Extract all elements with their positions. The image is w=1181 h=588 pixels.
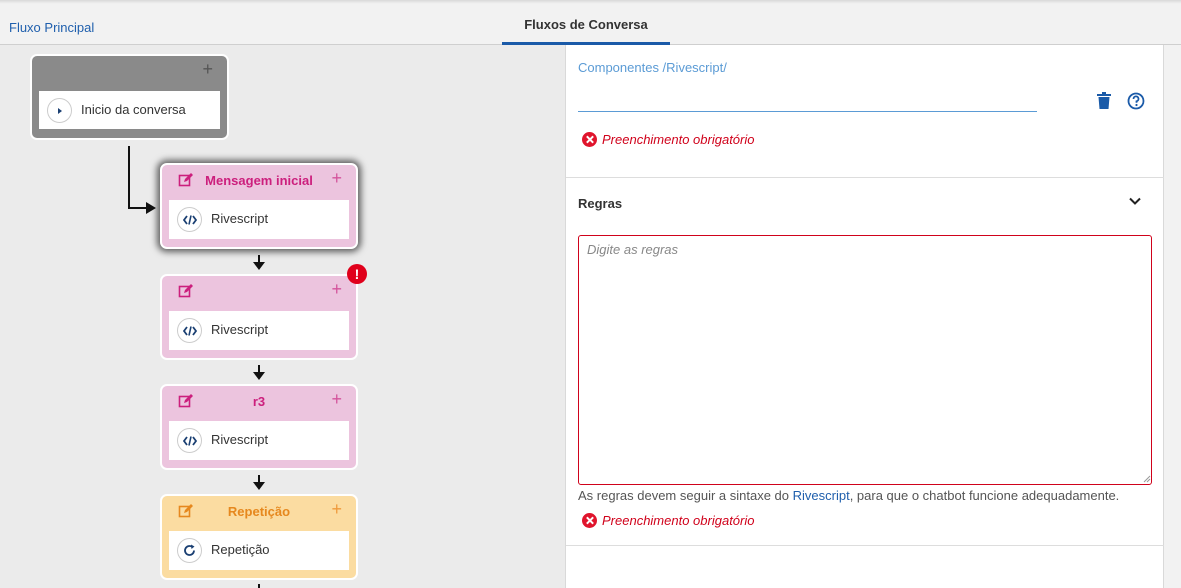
- hint-text-before: As regras devem seguir a sintaxe do: [578, 488, 793, 503]
- rules-hint: As regras devem seguir a sintaxe do Rive…: [578, 488, 1119, 503]
- arrow-down-icon: [253, 262, 265, 270]
- error-badge-icon: !: [347, 264, 367, 284]
- flow-node-untitled[interactable]: + Rivescript: [160, 274, 358, 360]
- code-icon: [177, 207, 202, 232]
- help-icon[interactable]: [1127, 92, 1145, 110]
- add-icon[interactable]: +: [202, 59, 213, 80]
- component-error: Preenchimento obrigatório: [582, 132, 754, 147]
- chevron-down-icon[interactable]: [1128, 194, 1142, 208]
- node-header: r3 +: [162, 386, 356, 416]
- component-path-label: Componentes /Rivescript/: [578, 60, 727, 75]
- flow-node-repeticao[interactable]: Repetição + Repetição: [160, 494, 358, 580]
- add-icon[interactable]: +: [331, 168, 342, 189]
- node-component[interactable]: Repetição: [169, 531, 349, 570]
- tab-conversation-flows[interactable]: Fluxos de Conversa: [502, 4, 670, 45]
- node-title: Mensagem inicial: [205, 173, 313, 188]
- node-component-label: Rivescript: [211, 432, 269, 447]
- add-icon[interactable]: +: [331, 279, 342, 300]
- edit-icon[interactable]: [178, 503, 194, 519]
- code-icon: [177, 428, 202, 453]
- start-node-label: Inicio da conversa: [81, 102, 186, 117]
- flow-node-mensagem-inicial[interactable]: Mensagem inicial + Rivescript: [160, 163, 358, 249]
- arrow-down-icon: [253, 482, 265, 490]
- rules-error-text: Preenchimento obrigatório: [602, 513, 755, 528]
- rivescript-link[interactable]: Rivescript: [793, 488, 850, 503]
- node-component[interactable]: Rivescript: [169, 421, 349, 460]
- right-gutter: [1164, 45, 1181, 588]
- connector-line: [128, 146, 130, 208]
- code-icon: [177, 318, 202, 343]
- component-panel: Componentes /Rivescript/ Preenchimento o…: [565, 45, 1165, 588]
- hint-text-after: , para que o chatbot funcione adequadame…: [849, 488, 1120, 503]
- component-name-field[interactable]: [578, 111, 1037, 112]
- node-header: Mensagem inicial +: [162, 165, 356, 195]
- rules-textarea[interactable]: [578, 235, 1152, 485]
- edit-icon[interactable]: [178, 283, 194, 299]
- connector-line: [258, 584, 260, 588]
- node-component[interactable]: Rivescript: [169, 311, 349, 350]
- node-header: +: [162, 276, 356, 306]
- tab-main-flow[interactable]: Fluxo Principal: [9, 20, 94, 35]
- refresh-icon: [177, 538, 202, 563]
- play-icon: [47, 98, 72, 123]
- divider: [566, 545, 1165, 546]
- component-error-text: Preenchimento obrigatório: [602, 132, 755, 147]
- arrow-head-icon: [146, 202, 156, 214]
- error-icon: [582, 132, 597, 147]
- node-title: Repetição: [227, 504, 291, 519]
- rules-error: Preenchimento obrigatório: [582, 513, 754, 528]
- tab-bar: Fluxo Principal Fluxos de Conversa: [0, 4, 1181, 45]
- resize-grip-icon[interactable]: [1143, 475, 1151, 483]
- trash-icon[interactable]: [1096, 92, 1112, 110]
- rules-section-title: Regras: [578, 196, 623, 211]
- node-component-label: Rivescript: [211, 211, 269, 226]
- flow-node-r3[interactable]: r3 + Rivescript: [160, 384, 358, 470]
- edit-icon[interactable]: [178, 172, 194, 188]
- start-node[interactable]: + Inicio da conversa: [30, 54, 229, 140]
- add-icon[interactable]: +: [331, 499, 342, 520]
- connector-line: [128, 207, 148, 209]
- error-icon: [582, 513, 597, 528]
- add-icon[interactable]: +: [331, 389, 342, 410]
- start-node-header: +: [32, 56, 227, 86]
- node-header: Repetição +: [162, 496, 356, 526]
- start-node-body[interactable]: Inicio da conversa: [39, 91, 220, 129]
- divider: [566, 177, 1165, 178]
- node-component-label: Repetição: [211, 542, 270, 557]
- arrow-down-icon: [253, 372, 265, 380]
- edit-icon[interactable]: [178, 393, 194, 409]
- node-component-label: Rivescript: [211, 322, 269, 337]
- node-component[interactable]: Rivescript: [169, 200, 349, 239]
- flow-canvas[interactable]: + Inicio da conversa Mensagem inicial + …: [0, 45, 565, 588]
- node-title: r3: [252, 394, 266, 409]
